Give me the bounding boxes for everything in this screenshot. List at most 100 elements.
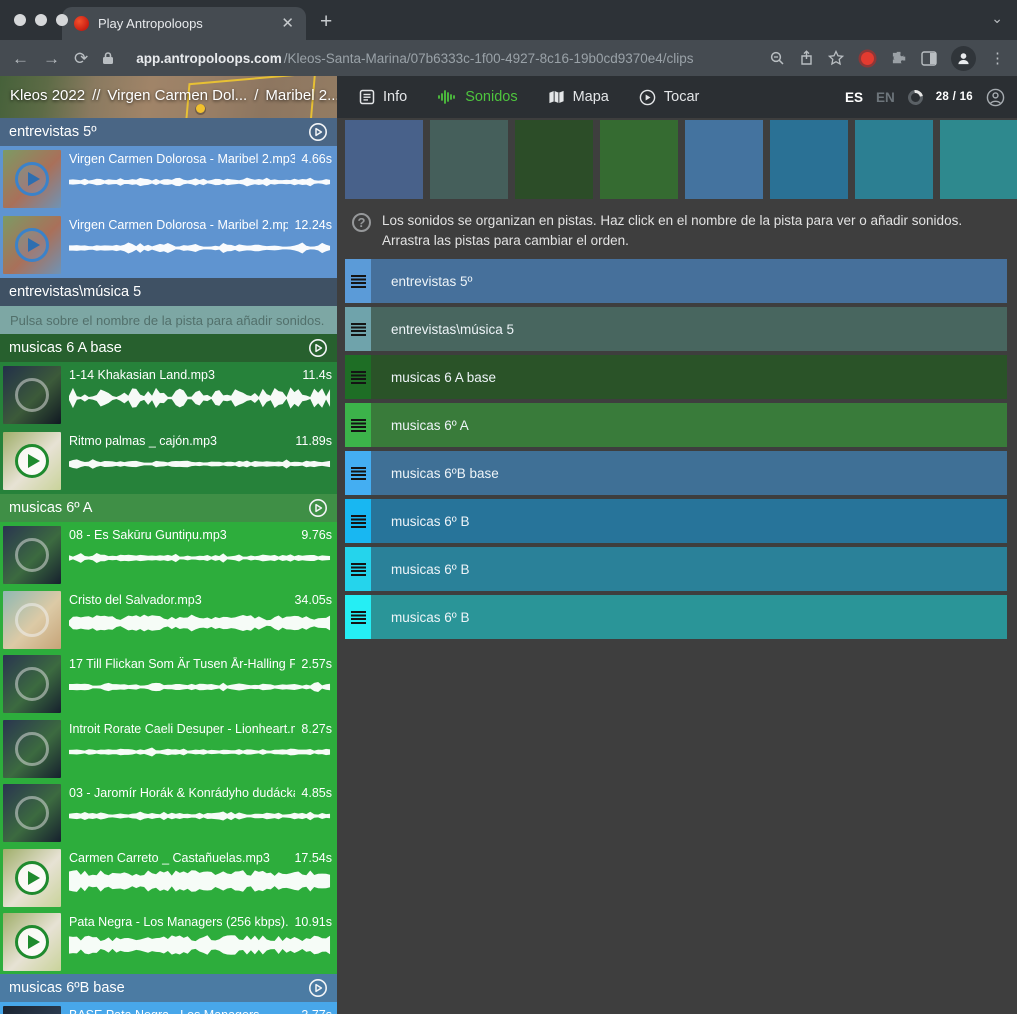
track-row[interactable]: musicas 6º B xyxy=(345,595,1007,639)
track-row[interactable]: musicas 6º A xyxy=(345,403,1007,447)
tab-close-icon[interactable]: ✕ xyxy=(281,16,294,31)
clip-row[interactable]: Virgen Carmen Dolorosa - Maribel 2.mp312… xyxy=(0,212,337,278)
clip-play-icon[interactable] xyxy=(15,925,49,959)
breadcrumb[interactable]: Kleos 2022//Virgen Carmen Dol.../Maribel… xyxy=(10,87,337,104)
clip-thumbnail[interactable] xyxy=(3,591,61,649)
play-all-icon[interactable] xyxy=(308,498,328,518)
track-section-header[interactable]: musicas 6 A base xyxy=(0,334,337,362)
clip-row[interactable]: Ritmo palmas _ cajón.mp311.89s xyxy=(0,428,337,494)
clip-thumbnail[interactable] xyxy=(3,1006,61,1014)
breadcrumb-map[interactable]: Kleos 2022//Virgen Carmen Dol.../Maribel… xyxy=(0,76,337,118)
track-name-button[interactable]: musicas 6º B xyxy=(371,499,1007,543)
lang-es-button[interactable]: ES xyxy=(845,90,863,105)
clip-play-icon[interactable] xyxy=(15,732,49,766)
clip-row[interactable]: 03 - Jaromír Horák & Konrádyho dudácká .… xyxy=(0,780,337,845)
track-name-button[interactable]: entrevistas\música 5 xyxy=(371,307,1007,351)
clip-row[interactable]: Pata Negra - Los Managers (256 kbps).mp3… xyxy=(0,909,337,974)
track-section-title[interactable]: entrevistas 5º xyxy=(9,124,97,140)
browser-tab[interactable]: Play Antropoloops ✕ xyxy=(62,7,306,40)
track-row[interactable]: entrevistas 5º xyxy=(345,259,1007,303)
track-section-title[interactable]: entrevistas\música 5 xyxy=(9,284,141,300)
track-row[interactable]: musicas 6º B xyxy=(345,547,1007,591)
menu-kebab-icon[interactable]: ⋮ xyxy=(990,49,1005,67)
track-drag-handle[interactable] xyxy=(345,451,371,495)
side-panel-icon[interactable] xyxy=(921,51,937,66)
clip-thumbnail[interactable] xyxy=(3,913,61,971)
play-all-icon[interactable] xyxy=(308,122,328,142)
track-drag-handle[interactable] xyxy=(345,595,371,639)
track-section-title[interactable]: musicas 6 A base xyxy=(9,340,122,356)
play-all-icon[interactable] xyxy=(308,978,328,998)
clip-thumbnail[interactable] xyxy=(3,655,61,713)
track-drag-handle[interactable] xyxy=(345,403,371,447)
traffic-light[interactable] xyxy=(56,14,68,26)
clip-row[interactable]: 1-14 Khakasian Land.mp311.4s xyxy=(0,362,337,428)
url-bar[interactable]: app.antropoloops.com/Kleos-Santa-Marina/… xyxy=(136,51,755,66)
clip-thumbnail[interactable] xyxy=(3,366,61,424)
track-name-button[interactable]: musicas 6 A base xyxy=(371,355,1007,399)
clip-play-icon[interactable] xyxy=(15,538,49,572)
clip-play-icon[interactable] xyxy=(15,667,49,701)
track-row[interactable]: musicas 6º B xyxy=(345,499,1007,543)
clip-thumbnail[interactable] xyxy=(3,150,61,208)
clip-row[interactable]: Virgen Carmen Dolorosa - Maribel 2.mp34.… xyxy=(0,146,337,212)
track-name-button[interactable]: musicas 6º B xyxy=(371,595,1007,639)
clip-row[interactable]: Cristo del Salvador.mp334.05s xyxy=(0,587,337,652)
breadcrumb-item[interactable]: Maribel 2... xyxy=(265,87,337,104)
track-row[interactable]: entrevistas\música 5 xyxy=(345,307,1007,351)
clip-play-icon[interactable] xyxy=(15,444,49,478)
clip-thumbnail[interactable] xyxy=(3,784,61,842)
lang-en-button[interactable]: EN xyxy=(876,90,895,105)
section-play-button[interactable] xyxy=(308,338,328,358)
track-name-button[interactable]: musicas 6º B xyxy=(371,547,1007,591)
clip-play-icon[interactable] xyxy=(15,228,49,262)
forward-button[interactable]: → xyxy=(43,50,60,67)
tab-info[interactable]: Info xyxy=(359,89,407,105)
clip-play-icon[interactable] xyxy=(15,861,49,895)
back-button[interactable]: ← xyxy=(12,50,29,67)
reload-button[interactable]: ⟳ xyxy=(74,50,88,67)
track-section-title[interactable]: musicas 6ºB base xyxy=(9,980,125,996)
traffic-lights[interactable] xyxy=(14,14,68,26)
tab-tocar[interactable]: Tocar xyxy=(639,89,699,106)
track-section-header[interactable]: musicas 6º A xyxy=(0,494,337,522)
clip-row[interactable]: BASE Pata Negra - Los Managers3.77s xyxy=(0,1002,337,1014)
profile-avatar[interactable] xyxy=(951,46,976,71)
section-play-button[interactable] xyxy=(308,498,328,518)
clip-row[interactable]: Carmen Carreto _ Castañuelas.mp317.54s xyxy=(0,845,337,910)
record-button[interactable] xyxy=(861,52,874,65)
share-icon[interactable] xyxy=(799,50,814,66)
track-section-header[interactable]: entrevistas 5º xyxy=(0,118,337,146)
track-name-button[interactable]: musicas 6ºB base xyxy=(371,451,1007,495)
tab-mapa[interactable]: Mapa xyxy=(548,89,609,105)
clip-play-icon[interactable] xyxy=(15,162,49,196)
clip-thumbnail[interactable] xyxy=(3,720,61,778)
clip-row[interactable]: 17 Till Flickan Som Är Tusen År-Halling … xyxy=(0,651,337,716)
section-play-button[interactable] xyxy=(308,122,328,142)
track-section-header[interactable]: musicas 6ºB base xyxy=(0,974,337,1002)
track-drag-handle[interactable] xyxy=(345,499,371,543)
clip-thumbnail[interactable] xyxy=(3,432,61,490)
clip-play-icon[interactable] xyxy=(15,378,49,412)
clip-play-icon[interactable] xyxy=(15,603,49,637)
track-drag-handle[interactable] xyxy=(345,547,371,591)
clip-thumbnail[interactable] xyxy=(3,849,61,907)
track-name-button[interactable]: musicas 6º A xyxy=(371,403,1007,447)
breadcrumb-group[interactable]: Virgen Carmen Dol... xyxy=(107,87,247,104)
clip-play-icon[interactable] xyxy=(15,796,49,830)
tab-sonidos[interactable]: Sonidos xyxy=(437,89,517,105)
track-drag-handle[interactable] xyxy=(345,355,371,399)
clip-thumbnail[interactable] xyxy=(3,216,61,274)
track-section-title[interactable]: musicas 6º A xyxy=(9,500,92,516)
traffic-light[interactable] xyxy=(14,14,26,26)
new-tab-button[interactable]: + xyxy=(320,10,332,34)
play-all-icon[interactable] xyxy=(308,338,328,358)
breadcrumb-project[interactable]: Kleos 2022 xyxy=(10,87,85,104)
track-row[interactable]: musicas 6 A base xyxy=(345,355,1007,399)
clip-row[interactable]: 08 - Es Sakūru Guntiņu.mp39.76s xyxy=(0,522,337,587)
clip-thumbnail[interactable] xyxy=(3,526,61,584)
clip-row[interactable]: Introit Rorate Caeli Desuper - Lionheart… xyxy=(0,716,337,781)
track-name-button[interactable]: entrevistas 5º xyxy=(371,259,1007,303)
track-section-header[interactable]: entrevistas\música 5 xyxy=(0,278,337,306)
track-drag-handle[interactable] xyxy=(345,259,371,303)
